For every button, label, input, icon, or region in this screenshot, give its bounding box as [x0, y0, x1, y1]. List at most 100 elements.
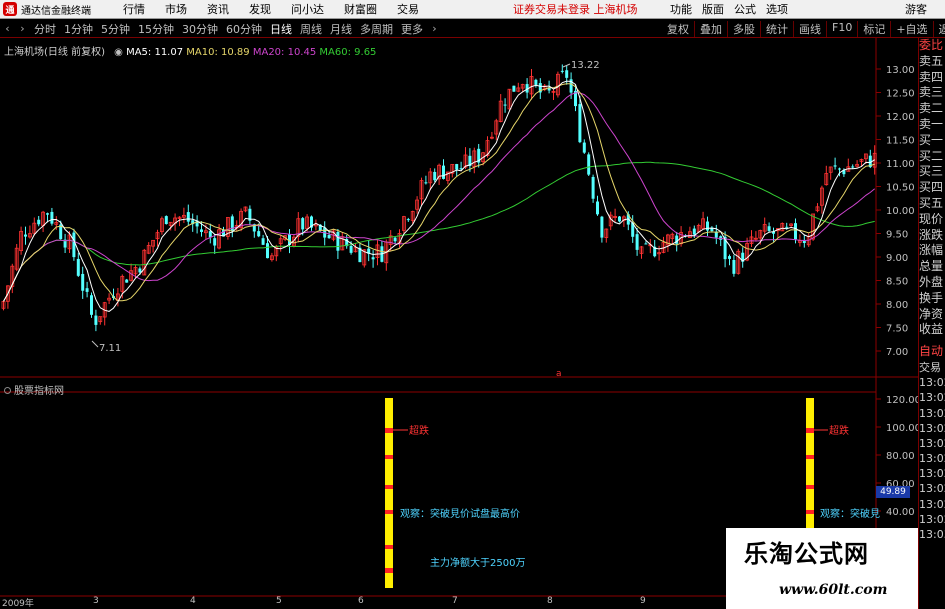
candle-body [442, 165, 445, 179]
candle-body [349, 245, 353, 253]
date-label: 6 [358, 596, 364, 606]
quote-label-sell3[interactable]: 卖三 [919, 85, 945, 101]
candle-body [833, 165, 837, 167]
candle-body [728, 256, 731, 259]
kline-chart[interactable]: 13.00 12.50 12.00 11.50 11.00 10.50 10.00 9.50 9… [0, 0, 918, 609]
quote-label-volume[interactable]: 总量 [919, 259, 945, 275]
watermark-url: www.60lt.com [779, 582, 888, 598]
indicator-tick-label: 120.00 [886, 395, 918, 406]
quote-label-sell2[interactable]: 卖二 [919, 101, 945, 117]
candle-body [635, 234, 639, 250]
candle-body [512, 85, 516, 92]
capital-text: 主力净额大于2500万 [430, 556, 525, 569]
trades-list-item: 13:02 [919, 376, 945, 390]
trades-list-item: 13:03 [919, 528, 945, 541]
candle-body [851, 166, 855, 168]
price-tick-label: 8.00 [886, 300, 908, 311]
ma10-label: MA10: 10.89 [186, 47, 250, 58]
tool-back-button[interactable]: 返回 [932, 20, 945, 37]
price-tick-label: 13.00 [886, 65, 915, 76]
candle-body [125, 279, 129, 283]
candle-body [794, 223, 797, 240]
indicator-tick-label: 100.00 [886, 423, 918, 434]
candle-body [582, 142, 586, 153]
trades-auto-label[interactable]: 自动 [919, 344, 945, 360]
candle-body [200, 229, 203, 232]
candle-body [266, 243, 269, 259]
low-marker-line [91, 340, 99, 348]
candle-body [213, 238, 217, 246]
quote-label-change[interactable]: 涨跌 [919, 228, 945, 244]
candle-body [94, 315, 98, 325]
quote-label-sell5[interactable]: 卖五 [919, 54, 945, 70]
candle-body [503, 104, 507, 106]
date-label: 8 [547, 596, 553, 606]
settings-dot-icon[interactable]: ◉ [114, 47, 126, 58]
ma60-label: MA60: 9.65 [319, 47, 377, 58]
date-label: 7 [452, 596, 458, 606]
quote-label-turnover[interactable]: 换手 [919, 291, 945, 307]
quote-panel: 委比 卖五 卖四 卖三 卖二 卖一 买一 买二 买三 买四 买五 现价 涨跌 涨… [918, 38, 945, 609]
price-axis: 13.00 12.50 12.00 11.50 11.00 10.50 10.00 9.50 9… [876, 65, 915, 358]
quote-label-outer[interactable]: 外盘 [919, 275, 945, 291]
candle-body [327, 235, 331, 239]
stock-name-label[interactable]: 上海机场(日线 前复权) [4, 47, 105, 58]
candle-body [37, 219, 41, 225]
candle-body [46, 213, 49, 215]
quote-label-buy4[interactable]: 买四 [919, 180, 945, 196]
candle-body [50, 211, 54, 224]
trades-list-item: 13:02 [919, 391, 945, 405]
candle-body [600, 216, 604, 238]
candle-body [591, 176, 595, 199]
price-tick-label: 9.00 [886, 253, 908, 264]
candlestick-series [1, 64, 877, 332]
signal-bar-1 [385, 398, 393, 588]
price-tick-label: 7.50 [886, 324, 908, 335]
candle-body [587, 154, 591, 175]
indicator-name[interactable]: 股票指标网 [14, 386, 64, 397]
indicator-tick-label: 40.00 [886, 507, 915, 518]
candle-body [785, 226, 789, 228]
low-price-label: 7.11 [99, 343, 121, 354]
candle-body [644, 243, 648, 245]
candle-body [596, 201, 599, 215]
candle-body [618, 216, 621, 222]
quote-label-weibi[interactable]: 委比 [919, 38, 945, 54]
candle-body [76, 258, 80, 276]
candle-body [560, 70, 564, 72]
quote-label-sell1[interactable]: 卖一 [919, 117, 945, 133]
date-label: 5 [276, 596, 282, 606]
quote-label-price[interactable]: 现价 [919, 212, 945, 228]
indicator-axis: 120.00100.0080.0060.0040.0020.00 [876, 395, 918, 546]
candle-body [164, 216, 168, 225]
candle-body [138, 268, 142, 273]
indicator-settings-icon[interactable] [4, 387, 11, 394]
candle-body [393, 237, 397, 242]
candle-body [371, 257, 375, 260]
candle-body [767, 226, 771, 231]
candle-body [433, 171, 437, 181]
candle-body [72, 232, 76, 258]
quote-label-change-pct[interactable]: 涨幅 [919, 243, 945, 259]
quote-label-earnings[interactable]: 收益 [919, 322, 945, 338]
ma5-label: MA5: 11.07 [126, 47, 184, 58]
quote-label-buy1[interactable]: 买一 [919, 133, 945, 149]
price-tick-label: 11.00 [886, 159, 915, 170]
quote-label-buy3[interactable]: 买三 [919, 164, 945, 180]
candle-body [301, 218, 305, 230]
dividend-marker-icon[interactable]: a [556, 369, 562, 379]
quote-label-sell4[interactable]: 卖四 [919, 70, 945, 86]
candle-body [186, 212, 190, 222]
watermark-title: 乐淘公式网 [744, 539, 869, 568]
trades-list-item: 13:02 [919, 452, 945, 466]
quote-label-buy2[interactable]: 买二 [919, 149, 945, 165]
quote-label-net-assets[interactable]: 净资 [919, 307, 945, 323]
observe-text-2: 观察：突破見 [820, 507, 880, 520]
quote-label-buy5[interactable]: 买五 [919, 196, 945, 212]
trades-list-item: 13:02 [919, 421, 945, 435]
indicator-header: 股票指标网 [4, 382, 64, 397]
candle-body [424, 182, 428, 184]
candle-body [706, 221, 709, 231]
candle-body [208, 231, 212, 238]
candle-body [838, 168, 841, 170]
